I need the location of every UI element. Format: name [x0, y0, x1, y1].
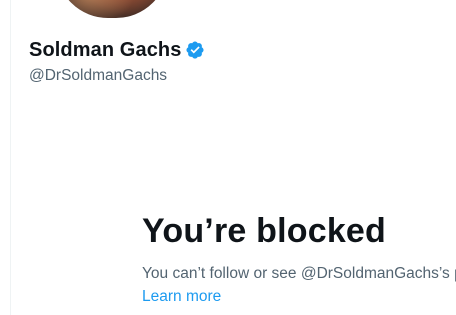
- blocked-title: You’re blocked: [142, 212, 387, 250]
- display-name: Soldman Gachs: [29, 38, 182, 61]
- profile-page: Soldman Gachs @DrSoldmanGachs You’re blo…: [0, 0, 456, 315]
- learn-more-link[interactable]: Learn more: [142, 288, 221, 306]
- profile-avatar[interactable]: [52, 0, 172, 22]
- blocked-description: You can’t follow or see @DrSoldmanGachs’…: [142, 265, 456, 282]
- column-divider: [10, 0, 11, 315]
- profile-handle: @DrSoldmanGachs: [29, 67, 168, 84]
- display-name-row: Soldman Gachs: [29, 37, 205, 63]
- verified-badge-icon[interactable]: [185, 40, 205, 60]
- avatar-image: [56, 0, 168, 18]
